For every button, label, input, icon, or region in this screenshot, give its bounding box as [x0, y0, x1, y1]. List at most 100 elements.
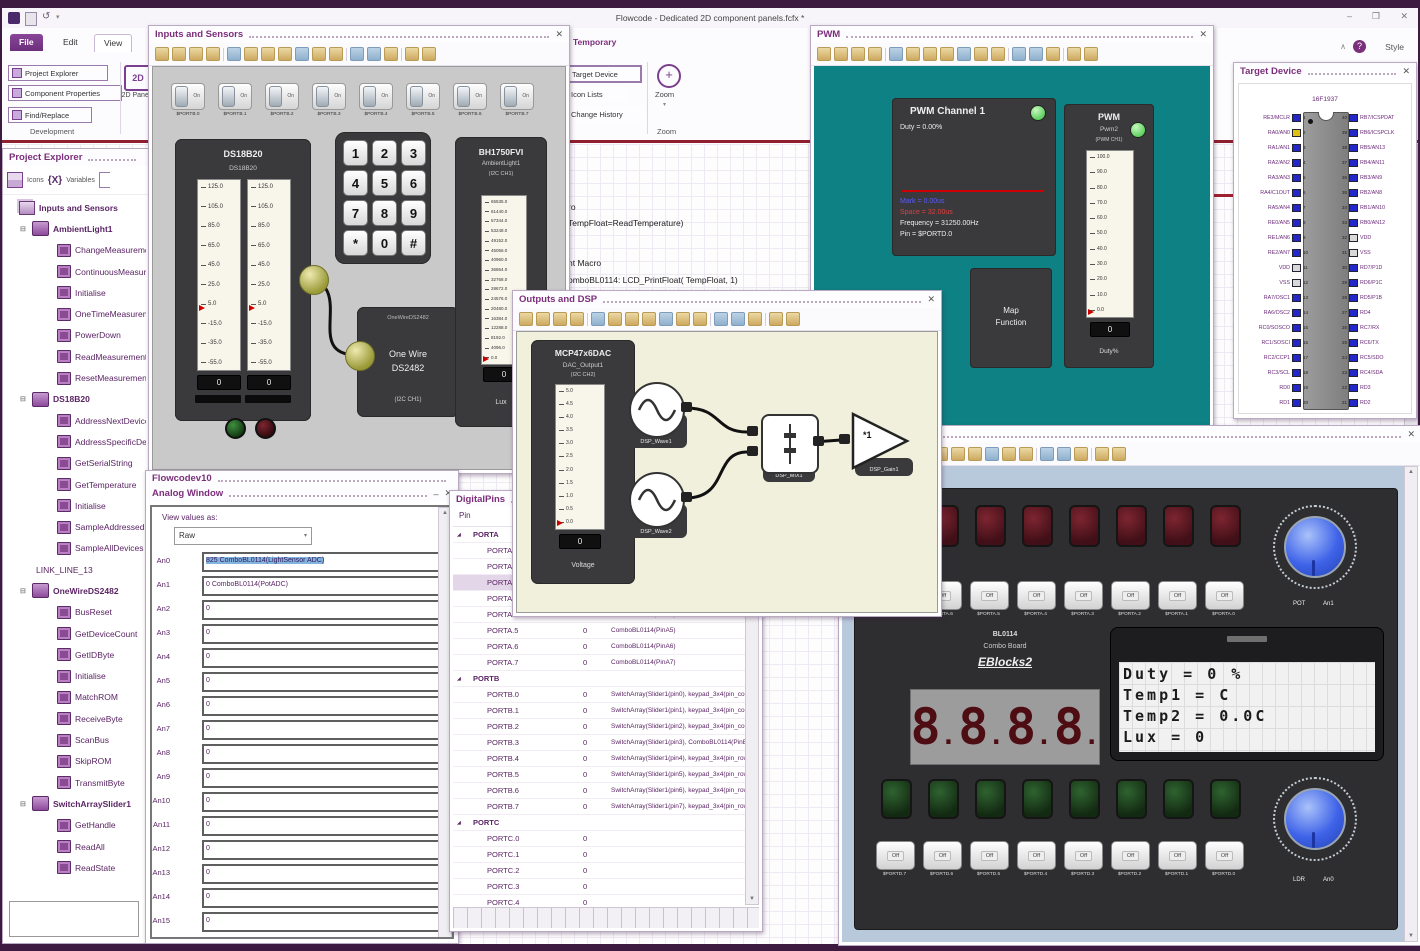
toggle-switch[interactable]: Off	[1158, 581, 1197, 610]
digital-pin-row[interactable]: PORTB.7 0 SwitchArray(Slider1(pin7), key…	[453, 799, 746, 815]
keypad-key[interactable]: #	[401, 230, 426, 256]
toolbar-icon[interactable]	[553, 312, 567, 326]
digital-pin-row[interactable]: PORTA.6 0 ComboBL0114(PinA6)	[453, 639, 746, 655]
tree-item[interactable]: OneTimeMeasurem	[7, 303, 146, 324]
toolbar-icon[interactable]	[1057, 447, 1071, 461]
icons-grid-icon[interactable]	[7, 172, 23, 188]
chip-pin[interactable]: RC1/SOSCI 16	[1241, 338, 1311, 347]
toolbar-icon[interactable]	[625, 312, 639, 326]
analog-value-field[interactable]: 0	[202, 672, 440, 692]
toolbar-icon[interactable]	[851, 47, 865, 61]
inputs-panel-surface[interactable]: On $PORTB.0 On $PORTB.1 On $PORTB.2 On $…	[152, 66, 566, 470]
dsp-wave2-component[interactable]	[629, 472, 685, 528]
mix-out-connector[interactable]	[813, 436, 824, 446]
chip-pin[interactable]: RC0/SOSCO 15	[1241, 323, 1311, 332]
ldr-knob[interactable]	[1284, 788, 1346, 850]
tab-edit[interactable]: Edit	[54, 34, 87, 51]
restore-button[interactable]: ❐	[1372, 11, 1380, 22]
wave2-out-connector[interactable]	[681, 492, 692, 502]
digital-pin-row[interactable]: PORTB.5 0 SwitchArray(Slider1(pin5), key…	[453, 767, 746, 783]
toolbar-icon[interactable]	[676, 312, 690, 326]
chip-pin[interactable]: RE3/MCLR 1	[1241, 113, 1311, 122]
toolbar-icon[interactable]	[261, 47, 275, 61]
digital-pin-row[interactable]: PORTB.2 0 SwitchArray(Slider1(pin2), key…	[453, 719, 746, 735]
chip-pin[interactable]: RD1 20	[1241, 398, 1311, 407]
tree-item[interactable]: ReadAll	[7, 836, 146, 857]
expand-toggle[interactable]: ⊟	[20, 225, 28, 233]
keypad-key[interactable]: 3	[401, 140, 426, 166]
close-icon[interactable]: ✕	[1199, 29, 1207, 40]
chip-pin[interactable]: 40 RB7/ICSPDAT	[1339, 113, 1411, 122]
digital-pin-row[interactable]: ◢ PORTC	[453, 815, 746, 831]
macros-icon[interactable]	[98, 172, 110, 188]
toolbar-icon[interactable]	[1067, 47, 1081, 61]
board-switch[interactable]: Off $PORTD.3	[1064, 841, 1103, 877]
digital-pin-row[interactable]: PORTC.4 0	[453, 895, 746, 905]
close-icon[interactable]: ✕	[927, 294, 935, 305]
analog-value-field[interactable]: 0	[202, 912, 440, 932]
toolbar-icon[interactable]	[1019, 447, 1033, 461]
tree-item[interactable]: ChangeMeasuremen	[7, 240, 146, 261]
board-switch[interactable]: Off $PORTA.3	[1064, 581, 1103, 617]
toolbar-icon[interactable]	[951, 447, 965, 461]
chip-pin[interactable]: 29 RD6/P1C	[1339, 278, 1411, 287]
lcd-component[interactable]: Duty = 0 % Temp1 = C Temp2 = 0.0C Lux = 0	[1110, 627, 1384, 761]
chip-pin[interactable]: 22 RD3	[1339, 383, 1411, 392]
toolbar-icon[interactable]	[155, 47, 169, 61]
project-explorer-button[interactable]: Project Explorer	[8, 65, 108, 81]
analog-value-field[interactable]: 0	[202, 720, 440, 740]
scroll-down-icon[interactable]: ▼	[1405, 933, 1417, 939]
toolbar-icon[interactable]	[985, 447, 999, 461]
wave1-out-connector[interactable]	[681, 402, 692, 412]
toolbar-icon[interactable]	[1036, 447, 1037, 461]
close-icon[interactable]: ✕	[555, 29, 563, 40]
dsp-mix-component[interactable]	[761, 414, 819, 474]
keypad-key[interactable]: 0	[372, 230, 397, 256]
chip-pin[interactable]: RC2/CCP1 17	[1241, 353, 1311, 362]
tree-item[interactable]: Inputs and Sensors	[7, 197, 146, 218]
find-replace-button[interactable]: Find/Replace	[8, 107, 92, 123]
analog-value-field[interactable]: 0	[202, 840, 440, 860]
pwm-slider[interactable]: 100.0 90.0 80.0 70.0 60.0 50.0 40.0 30.0 20.0 10.…	[1086, 150, 1134, 318]
chip-pin[interactable]: 26 RC7/RX	[1339, 323, 1411, 332]
zoom-caret-icon[interactable]: ▾	[663, 101, 666, 108]
toolbar-icon[interactable]	[1074, 447, 1088, 461]
toggle-switch[interactable]: Off	[970, 841, 1009, 870]
toolbar-icon[interactable]	[1029, 47, 1043, 61]
expand-toggle[interactable]: ⊟	[20, 800, 28, 808]
expand-toggle[interactable]: ⊟	[20, 587, 28, 595]
toolbar-icon[interactable]	[422, 47, 436, 61]
chip-pin[interactable]: RA5/AN4 7	[1241, 203, 1311, 212]
analog-value-field[interactable]: 0	[202, 648, 440, 668]
chip-pin[interactable]: 33 RB0/AN12	[1339, 218, 1411, 227]
tree-item[interactable]: ReadState	[7, 857, 146, 878]
keypad-key[interactable]: 2	[372, 140, 397, 166]
toggle-switch[interactable]: On	[359, 83, 393, 110]
board-switch[interactable]: Off $PORTA.1	[1158, 581, 1197, 617]
toolbar-icon[interactable]	[189, 47, 203, 61]
analog-value-field[interactable]: 0	[202, 816, 440, 836]
chip-pin[interactable]: RA4/C1OUT 6	[1241, 188, 1311, 197]
map-function-component[interactable]: Map Function	[970, 268, 1052, 368]
toolbar-icon[interactable]	[312, 47, 326, 61]
toggle-switch[interactable]: On	[406, 83, 440, 110]
minimize-button[interactable]: –	[1347, 11, 1352, 21]
tree-item[interactable]: GetSerialString	[7, 453, 146, 474]
toggle-switch[interactable]: On	[453, 83, 487, 110]
switch-rocker[interactable]	[316, 86, 329, 107]
green-led[interactable]	[225, 418, 246, 439]
slider-marker[interactable]	[483, 355, 489, 362]
toolbar-icon[interactable]	[659, 312, 673, 326]
analog-value-field[interactable]: 0	[202, 744, 440, 764]
chip-pin[interactable]: RE1/AN6 9	[1241, 233, 1311, 242]
digital-pin-row[interactable]: PORTB.0 0 SwitchArray(Slider1(pin0), key…	[453, 687, 746, 703]
toolbar-icon[interactable]	[868, 47, 882, 61]
group-expander-icon[interactable]: ◢	[453, 676, 467, 682]
tree-item[interactable]: ContinuousMeasure	[7, 261, 146, 282]
chip-pin[interactable]: 24 RC5/SDO	[1339, 353, 1411, 362]
toolbar-icon[interactable]	[405, 47, 419, 61]
zoom-button[interactable]: Zoom	[655, 90, 674, 99]
toolbar-icon[interactable]	[923, 47, 937, 61]
tab-file[interactable]: File	[10, 34, 43, 51]
onewire-node-2[interactable]	[345, 341, 375, 371]
